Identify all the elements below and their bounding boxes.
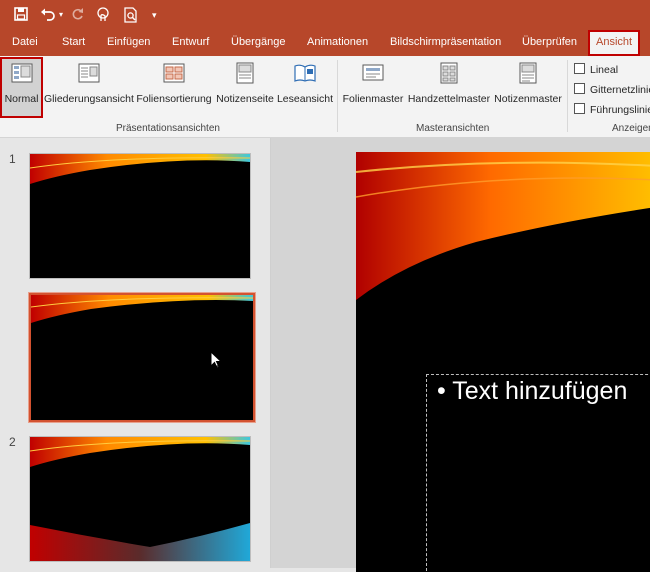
slide-thumbnail[interactable] (29, 153, 251, 279)
notes-page-button[interactable]: Notizenseite (214, 58, 276, 118)
slide-editor: • Text hinzufügen (271, 138, 650, 572)
notes-master-label: Notizenmaster (494, 93, 562, 105)
reading-view-icon (294, 64, 316, 82)
tab-start[interactable]: Start (62, 30, 85, 56)
slide-sorter-icon (163, 63, 185, 83)
handout-master-button[interactable]: Handzettelmaster (406, 58, 492, 118)
slide-number: 1 (9, 152, 16, 166)
tab-entwurf[interactable]: Entwurf (172, 30, 209, 56)
undo-dropdown-icon[interactable]: ▾ (59, 7, 63, 23)
customize-qat-icon[interactable]: ▾ (152, 7, 157, 23)
slide-master-label: Folienmaster (342, 93, 404, 105)
ribbon: Normal Gliederungsansicht Foliensortieru… (0, 56, 650, 138)
group-separator (567, 60, 568, 132)
checkbox-fuehrungslinien[interactable]: Führungslinien (574, 103, 650, 116)
handout-master-label: Handzettelmaster (407, 93, 491, 105)
outline-view-icon (78, 63, 99, 83)
touch-mode-icon[interactable] (95, 7, 111, 27)
slide-thumbnail[interactable] (29, 436, 251, 562)
slide-sorter-label: Foliensortierung (136, 93, 212, 105)
print-preview-icon[interactable] (124, 7, 138, 27)
checkbox-label: Führungslinien (590, 104, 650, 116)
tab-datei[interactable]: Datei (12, 30, 38, 56)
group-label-masteransichten: Masteransichten (416, 123, 490, 134)
save-icon[interactable] (14, 7, 28, 25)
group-label-praesentationsansichten: Präsentationsansichten (116, 123, 220, 134)
slide-sorter-button[interactable]: Foliensortierung (134, 58, 214, 118)
notes-page-label: Notizenseite (216, 93, 274, 105)
normal-view-icon (11, 63, 32, 83)
group-label-anzeigen: Anzeigen (612, 123, 650, 134)
slide-canvas[interactable]: • Text hinzufügen (356, 152, 650, 572)
tab-uebergaenge[interactable]: Übergänge (231, 30, 285, 56)
notes-page-icon (236, 62, 254, 84)
normal-view-label: Normal (4, 93, 39, 105)
quick-access-toolbar: ▾ ▾ (0, 0, 650, 30)
checkbox-box[interactable] (574, 83, 585, 94)
tab-bildschirmpraesentation[interactable]: Bildschirmpräsentation (390, 30, 501, 56)
outline-view-label: Gliederungsansicht (44, 93, 134, 105)
placeholder-text: • Text hinzufügen (437, 377, 628, 405)
undo-icon[interactable] (40, 7, 56, 25)
slide-number: 2 (9, 435, 16, 449)
redo-icon[interactable] (72, 7, 84, 25)
checkbox-box[interactable] (574, 63, 585, 74)
slide-master-button[interactable]: Folienmaster (341, 58, 405, 118)
handout-master-icon (440, 62, 458, 84)
reading-view-button[interactable]: Leseansicht (276, 58, 334, 118)
checkbox-box[interactable] (574, 103, 585, 114)
ribbon-tabs: Datei Start Einfügen Entwurf Übergänge A… (0, 30, 650, 56)
thumbnail-art (30, 437, 250, 561)
slide-thumbnail-pane: 1 2 (0, 138, 271, 568)
tab-animationen[interactable]: Animationen (307, 30, 368, 56)
notes-master-button[interactable]: Notizenmaster (492, 58, 564, 118)
tab-einfuegen[interactable]: Einfügen (107, 30, 150, 56)
text-placeholder[interactable]: • Text hinzufügen (426, 374, 650, 572)
reading-view-label: Leseansicht (276, 93, 334, 105)
tab-ansicht[interactable]: Ansicht (588, 30, 641, 56)
slide-master-icon (362, 64, 384, 81)
thumbnail-art (30, 154, 250, 278)
group-separator (337, 60, 338, 132)
checkbox-lineal[interactable]: Lineal (574, 63, 618, 76)
tab-ueberpruefen[interactable]: Überprüfen (522, 30, 577, 56)
outline-view-button[interactable]: Gliederungsansicht (44, 58, 134, 118)
normal-view-button[interactable]: Normal (0, 57, 43, 118)
mouse-cursor-icon (210, 350, 226, 376)
checkbox-label: Lineal (590, 64, 619, 76)
notes-master-icon (519, 62, 537, 84)
checkbox-label: Gitternetzlinien (590, 84, 650, 96)
checkbox-gitternetzlinien[interactable]: Gitternetzlinien (574, 83, 650, 96)
